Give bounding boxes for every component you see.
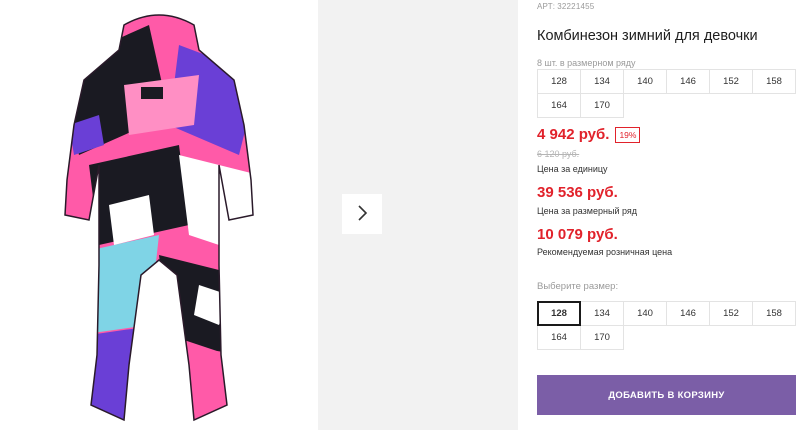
size-option-128[interactable]: 128 [537, 301, 581, 326]
price-row: 4 942 руб. 19% [537, 126, 641, 143]
size-option-140[interactable]: 140 [623, 301, 667, 326]
row-price: 39 536 руб. [537, 184, 618, 201]
sku-label: АРТ: [537, 2, 556, 11]
size-row-grid: 128 134 140 146 152 158 164 170 [537, 69, 796, 118]
size-option-152[interactable]: 152 [709, 301, 753, 326]
row-price-caption: Цена за размерный ряд [537, 206, 638, 216]
size-option-170[interactable]: 170 [580, 325, 624, 350]
size-option-164[interactable]: 164 [537, 325, 581, 350]
next-image-button[interactable] [342, 194, 382, 234]
retail-price: 10 079 руб. [537, 226, 618, 243]
gallery-next-panel [318, 0, 518, 430]
product-title: Комбинезон зимний для девочки [537, 28, 758, 44]
size-row-cell: 146 [666, 69, 710, 94]
choose-size-label: Выберите размер: [537, 281, 619, 292]
size-row-cell: 158 [752, 69, 796, 94]
size-select-grid: 128 134 140 146 152 158 164 170 [537, 301, 796, 350]
size-row-cell: 152 [709, 69, 753, 94]
unit-price-caption: Цена за единицу [537, 164, 608, 174]
sku: АРТ: 32221455 [537, 2, 594, 11]
size-option-158[interactable]: 158 [752, 301, 796, 326]
unit-price: 4 942 руб. [537, 126, 610, 143]
size-row-label: 8 шт. в размерном ряду [537, 58, 636, 68]
size-row-cell: 164 [537, 93, 581, 118]
product-info: АРТ: 32221455 Комбинезон зимний для девоч… [537, 0, 799, 430]
chevron-right-icon [355, 204, 369, 225]
size-row-cell: 140 [623, 69, 667, 94]
discount-badge: 19% [615, 126, 641, 143]
product-image[interactable] [0, 0, 318, 430]
add-to-cart-button[interactable]: ДОБАВИТЬ В КОРЗИНУ [537, 375, 796, 415]
size-option-146[interactable]: 146 [666, 301, 710, 326]
size-row-cell: 170 [580, 93, 624, 118]
snowsuit-illustration [64, 14, 254, 422]
size-row-cell: 128 [537, 69, 581, 94]
size-option-134[interactable]: 134 [580, 301, 624, 326]
size-row-cell: 134 [580, 69, 624, 94]
retail-price-caption: Рекомендуемая розничная цена [537, 247, 673, 257]
sku-value: 32221455 [557, 2, 595, 11]
old-price: 6 120 руб. [537, 149, 580, 159]
